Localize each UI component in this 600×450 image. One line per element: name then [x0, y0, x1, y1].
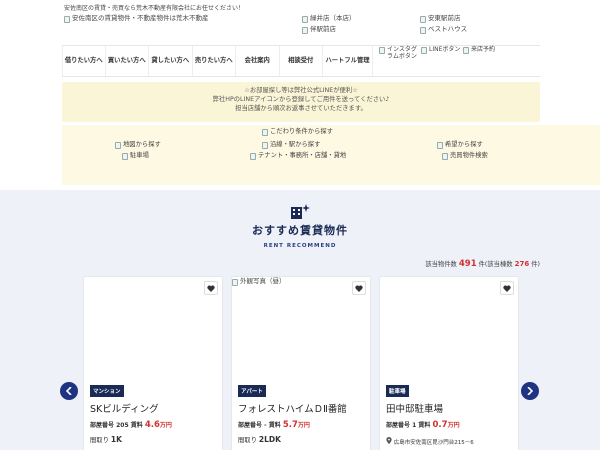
layout-row: 間取り 2LDK [238, 435, 281, 444]
building-count: 276 [514, 260, 530, 268]
property-type-badge: アパート [238, 385, 266, 397]
line-icon [421, 47, 427, 54]
parking-icon [122, 153, 128, 160]
heart-icon [207, 285, 215, 292]
search-tenant[interactable]: テナント・事務所・店舗・貸地 [250, 152, 346, 160]
search-panel: こだわり条件から探す 地図から探す 沿線・駅から探す 希望から探す 駐車場 テナ… [62, 125, 600, 185]
property-card[interactable]: マンション SKビルディング 部屋番号 205 賃料 4.6万円 間取り 1K [83, 276, 223, 450]
carousel-next-button[interactable] [521, 382, 539, 400]
room-rent-row: 部屋番号 1 賃料 0.7万円 [386, 420, 460, 430]
broken-image-icon [64, 16, 70, 23]
nav-icon-group: インスタグラムボタン LINEボタン 来店予約 [373, 46, 503, 76]
heart-icon [503, 285, 511, 292]
property-type-badge: マンション [90, 385, 124, 397]
layout-row: 間取り 1K [90, 435, 122, 444]
broken-image-icon [420, 16, 426, 23]
result-count: 該当物件数 491 件(該当棟数 276 件) [425, 259, 540, 269]
notice-line-3: 担当店舗から順次お返事させていただきます。 [235, 105, 367, 113]
broken-image-icon [442, 153, 448, 160]
shop-link-midorii[interactable]: 緑井店（本店） [302, 14, 356, 23]
broken-image-icon [420, 27, 426, 34]
broken-image-icon [437, 142, 443, 149]
property-card[interactable]: 駐車場 田中邸駐車場 部屋番号 1 賃料 0.7万円 広島市安佐南区毘沙門台21… [379, 276, 519, 450]
nav-for-renters[interactable]: 借りたい方へ [62, 46, 106, 76]
search-by-line-station[interactable]: 沿線・駅から探す [262, 141, 320, 149]
visit-reservation-button[interactable]: 来店予約 [463, 46, 503, 54]
reservation-icon [463, 47, 469, 54]
notice-line-2: 弊社HPのLINEアイコンから登録してご用件を送ってください♪ [212, 96, 390, 104]
broken-image-icon [302, 27, 308, 34]
nav-heartful-management[interactable]: ハートフル管理 [323, 46, 373, 76]
address-row: 広島市安佐南区毘沙門台215－6 [386, 437, 474, 446]
building-icon [250, 153, 256, 160]
rent-value: 0.7 [432, 420, 448, 430]
exterior-photo: 外観写真（昼） [232, 277, 286, 286]
site-logo[interactable]: 安佐南区の賃貸物件・不動産物件は荒木不動産 [64, 14, 209, 23]
train-icon [262, 142, 268, 149]
nav-for-buyers[interactable]: 買いたい方へ [106, 46, 149, 76]
line-button[interactable]: LINEボタン [421, 46, 461, 54]
carousel-prev-button[interactable] [60, 382, 78, 400]
building-sparkle-icon [291, 204, 310, 219]
map-icon [115, 142, 121, 149]
nav-consultation[interactable]: 相談受付 [280, 46, 323, 76]
site-tagline: 安佐南区の賃貸・売買なら荒木不動産有限会社にお任せください！ [64, 5, 245, 12]
search-parking[interactable]: 駐車場 [122, 152, 149, 160]
favorite-button[interactable] [204, 281, 218, 295]
nav-company[interactable]: 会社案内 [236, 46, 280, 76]
property-name[interactable]: フォレストハイムＤⅡ番館 [238, 401, 347, 415]
property-name[interactable]: 田中邸駐車場 [386, 401, 443, 415]
recommend-title: おすすめ賃貸物件 [252, 224, 348, 237]
chevron-left-icon [66, 387, 72, 395]
search-by-map[interactable]: 地図から探す [115, 141, 161, 149]
nav-for-sellers[interactable]: 売りたい方へ [193, 46, 236, 76]
search-by-conditions[interactable]: こだわり条件から探す [262, 128, 333, 136]
rent-value: 4.6 [144, 420, 160, 430]
nav-for-landlords[interactable]: 貸したい方へ [149, 46, 193, 76]
room-rent-row: 部屋番号 205 賃料 4.6万円 [90, 420, 172, 430]
room-rent-row: 部屋番号 - 賃料 5.7万円 [238, 420, 310, 430]
chevron-right-icon [527, 387, 533, 395]
property-name[interactable]: SKビルディング [90, 401, 159, 415]
shop-link-tomo[interactable]: 伴駅前店 [302, 25, 336, 34]
rent-value: 5.7 [282, 420, 298, 430]
location-pin-icon [386, 437, 392, 444]
property-count: 491 [458, 259, 477, 269]
instagram-button[interactable]: インスタグラムボタン [379, 46, 419, 60]
property-type-badge: 駐車場 [386, 385, 409, 397]
search-sale[interactable]: 売買物件検索 [442, 152, 488, 160]
broken-image-icon [262, 129, 268, 136]
line-notice-box: ☆お部屋探し等は弊社公式LINEが便利☆ 弊社HPのLINEアイコンから登録して… [62, 82, 540, 122]
shop-link-anto[interactable]: 安東駅前店 [420, 14, 461, 23]
layout-value: 1K [110, 435, 122, 444]
property-card[interactable]: 外観写真（昼） アパート フォレストハイムＤⅡ番館 部屋番号 - 賃料 5.7万… [231, 276, 371, 450]
instagram-icon [379, 47, 385, 54]
favorite-button[interactable] [500, 281, 514, 295]
shop-link-besthouse[interactable]: ベストハウス [420, 25, 467, 34]
broken-image-icon [302, 16, 308, 23]
heart-icon [355, 285, 363, 292]
layout-value: 2LDK [258, 435, 281, 444]
global-nav: 借りたい方へ 買いたい方へ 貸したい方へ 売りたい方へ 会社案内 相談受付 ハー… [62, 45, 540, 77]
notice-line-1: ☆お部屋探し等は弊社公式LINEが便利☆ [244, 87, 358, 94]
favorite-button[interactable] [352, 281, 366, 295]
broken-image-icon [232, 279, 238, 286]
recommend-subtitle: RENT RECOMMEND [263, 243, 337, 249]
search-by-wish[interactable]: 希望から探す [437, 141, 483, 149]
